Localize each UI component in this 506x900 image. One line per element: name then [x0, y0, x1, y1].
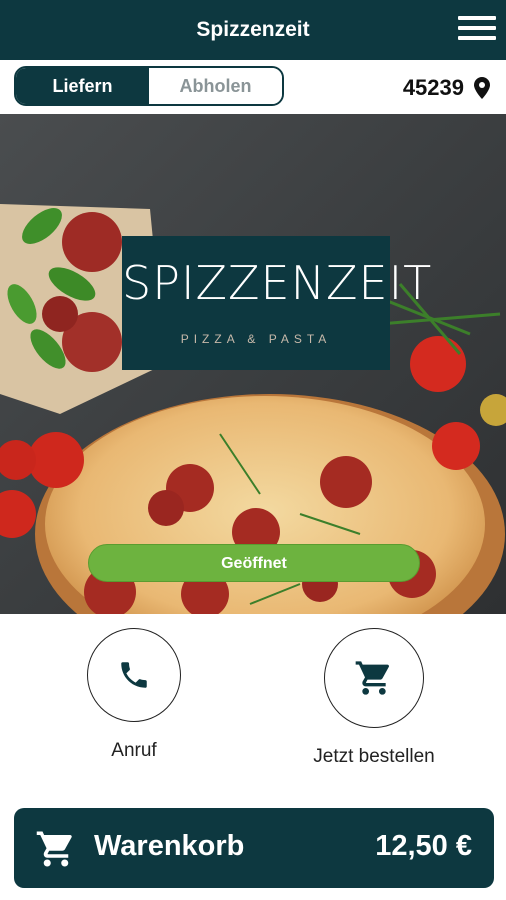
open-status-button[interactable]: Geöffnet [88, 544, 420, 582]
cart-bar-button[interactable]: Warenkorb 12,50 € [14, 808, 494, 888]
cart-label: Warenkorb [94, 830, 245, 862]
zip-code: 45239 [402, 75, 464, 100]
hero-image: SPIZZENZEIT PIZZA & PASTA Geöffnet [0, 114, 506, 614]
sub-bar: Liefern Abholen 45239 [0, 60, 506, 114]
phone-icon [121, 662, 147, 688]
call-label: Anruf [111, 740, 157, 761]
restaurant-logo: SPIZZENZEIT PIZZA & PASTA [122, 236, 433, 370]
order-button[interactable] [324, 628, 424, 728]
delivery-mode-toggle: Liefern Abholen [14, 66, 284, 106]
cart-icon [36, 831, 72, 867]
cart-icon [355, 661, 389, 695]
location-zip[interactable]: 45239 [403, 74, 490, 102]
call-action[interactable]: Anruf [34, 628, 234, 762]
order-label: Jetzt bestellen [313, 746, 435, 767]
toggle-abholen[interactable]: Abholen [149, 68, 282, 104]
location-pin-icon [474, 77, 490, 99]
cart-total: 12,50 € [375, 830, 472, 862]
hamburger-menu-icon[interactable] [458, 16, 496, 44]
logo-subtitle: PIZZA & PASTA [180, 332, 332, 346]
logo-title: SPIZZENZEIT [122, 256, 433, 310]
order-action[interactable]: Jetzt bestellen [274, 628, 474, 768]
app-bar: Spizzenzeit [0, 0, 506, 60]
toggle-liefern[interactable]: Liefern [16, 68, 149, 104]
call-button[interactable] [87, 628, 181, 722]
app-title: Spizzenzeit [196, 18, 310, 41]
